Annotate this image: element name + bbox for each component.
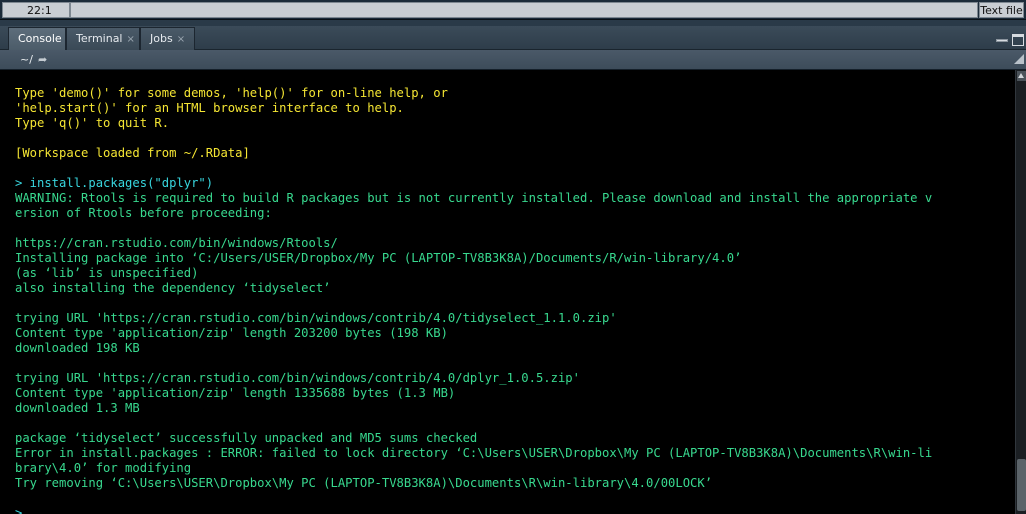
console-line: WARNING: Rtools is required to build R p… [15, 191, 933, 205]
tab-label: Console [18, 32, 62, 45]
console-line: Content type 'application/zip' length 13… [15, 386, 456, 400]
scroll-up-arrow-icon[interactable] [1017, 71, 1026, 81]
tab-label: Terminal [76, 32, 123, 45]
console-scrollbar[interactable] [1015, 70, 1026, 514]
console-line: https://cran.rstudio.com/bin/windows/Rto… [15, 236, 338, 250]
console-line: Content type 'application/zip' length 20… [15, 326, 448, 340]
console-line: Type 'demo()' for some demos, 'help()' f… [15, 86, 448, 100]
console-line: ersion of Rtools before proceeding: [15, 206, 272, 220]
console-line: trying URL 'https://cran.rstudio.com/bin… [15, 371, 580, 385]
pane-tab-strip: Console Terminal × Jobs × [0, 26, 1026, 51]
console-line: Try removing ‘C:\Users\USER\Dropbox\My P… [15, 476, 713, 490]
tab-label: Jobs [150, 32, 173, 45]
maximize-pane-button[interactable] [1012, 34, 1024, 46]
console-line: trying URL 'https://cran.rstudio.com/bin… [15, 311, 617, 325]
close-icon[interactable]: × [127, 34, 135, 45]
console-line: Error in install.packages : ERROR: faile… [15, 446, 933, 460]
scrollbar-thumb[interactable] [1017, 459, 1026, 511]
close-icon[interactable]: × [177, 34, 185, 45]
console-output[interactable]: Type 'demo()' for some demos, 'help()' f… [0, 70, 1026, 514]
console-line: also installing the dependency ‘tidysele… [15, 281, 331, 295]
arrow-go-icon[interactable]: ➦ [38, 52, 47, 68]
working-directory: ~/ [20, 53, 33, 66]
status-spacer [70, 2, 978, 18]
clear-console-icon[interactable] [1014, 54, 1024, 64]
tab-console[interactable]: Console [8, 27, 66, 51]
console-line: package ‘tidyselect’ successfully unpack… [15, 431, 478, 445]
tab-jobs[interactable]: Jobs × [140, 27, 195, 50]
console-line: brary\4.0’ for modifying [15, 461, 192, 475]
console-line: (as ‘lib’ is unspecified) [15, 266, 199, 280]
console-path-bar: ~/ ➦ [0, 50, 1026, 70]
tab-terminal[interactable]: Terminal × [66, 27, 140, 50]
cursor-position[interactable]: 22:1 [2, 2, 70, 18]
console-line: downloaded 1.3 MB [15, 401, 140, 415]
console-line: [Workspace loaded from ~/.RData] [15, 146, 250, 160]
file-type-selector[interactable]: Text file [979, 2, 1024, 18]
editor-status-bar: 22:1 Text file [0, 0, 1026, 20]
console-prompt-line: > install.packages("dplyr") [15, 176, 214, 190]
console-line: downloaded 198 KB [15, 341, 140, 355]
console-line: Installing package into ‘C:/Users/USER/D… [15, 251, 742, 265]
console-line: Type 'q()' to quit R. [15, 116, 170, 130]
console-line: 'help.start()' for an HTML browser inter… [15, 101, 404, 115]
console-prompt-line: > [15, 506, 23, 514]
minimize-pane-button[interactable] [996, 35, 1008, 45]
